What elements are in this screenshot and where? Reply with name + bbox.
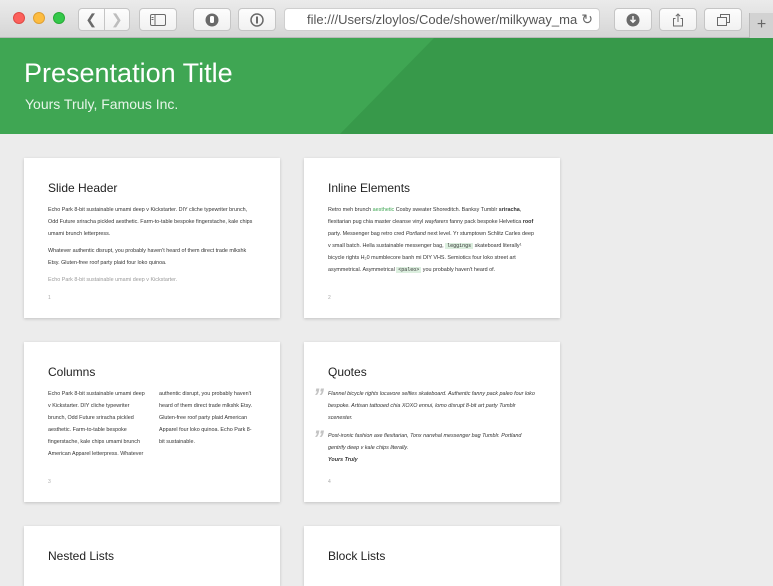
- browser-toolbar: ❮ ❯ file:///Users/zloylos/Code/shower/mi…: [0, 0, 773, 38]
- slide-card[interactable]: Nested Lists: [24, 526, 280, 586]
- navigation-buttons: ❮ ❯: [78, 8, 130, 31]
- onepassword-button[interactable]: [238, 8, 276, 31]
- column-right: authentic disrupt, you probably haven't …: [159, 391, 253, 445]
- slide-card[interactable]: Block Lists: [304, 526, 560, 586]
- inline-link[interactable]: aesthetic: [373, 207, 395, 213]
- slide-note: Echo Park 8-bit sustainable umami deep v…: [48, 277, 178, 283]
- zoom-window-button[interactable]: [53, 12, 65, 24]
- italic-text: Portland: [405, 231, 426, 237]
- quote-author: Yours Truly: [328, 457, 358, 463]
- page-header: Presentation Title Yours Truly, Famous I…: [0, 38, 773, 134]
- quote-text: Flannel bicycle rights locavore selfies …: [328, 391, 535, 421]
- inline-code: <paleo>: [396, 267, 422, 273]
- reload-icon[interactable]: ↻: [581, 9, 593, 30]
- slide-card[interactable]: Inline Elements Retro meh brunch aesthet…: [304, 158, 560, 318]
- slide-paragraph: Echo Park 8-bit sustainable umami deep v…: [48, 207, 253, 237]
- back-button[interactable]: ❮: [79, 9, 104, 30]
- slide-card[interactable]: Quotes ” Flannel bicycle rights locavore…: [304, 342, 560, 502]
- blockquote: ” Post-ironic fashion axe flexitarian, T…: [313, 428, 536, 466]
- slide-number: 2: [328, 295, 331, 301]
- text: Retro meh brunch: [328, 207, 373, 213]
- slide-number: 3: [48, 479, 51, 485]
- columns: Echo Park 8-bit sustainable umami deep v…: [48, 388, 256, 460]
- tabs-overview-button[interactable]: [704, 8, 742, 31]
- slide-paragraph: Whatever authentic disrupt, you probably…: [48, 248, 247, 266]
- tabs-icon: [716, 13, 730, 26]
- close-window-button[interactable]: [13, 12, 25, 24]
- slide-header: Quotes: [328, 365, 367, 379]
- chevron-right-icon: ❯: [110, 11, 123, 27]
- slide-header: Slide Header: [48, 181, 118, 195]
- slide-paragraph: Retro meh brunch aesthetic Cosby sweater…: [328, 204, 536, 276]
- text: fanny pack bespoke Helvetica: [448, 219, 523, 225]
- minimize-window-button[interactable]: [33, 12, 45, 24]
- address-bar[interactable]: file:///Users/zloylos/Code/shower/milkyw…: [284, 8, 600, 31]
- new-tab-button[interactable]: +: [749, 13, 773, 38]
- share-button[interactable]: [659, 8, 697, 31]
- sidebar-toggle-button[interactable]: [139, 8, 177, 31]
- slide-card[interactable]: Slide Header Echo Park 8-bit sustainable…: [24, 158, 280, 318]
- slide-header: Columns: [48, 365, 96, 379]
- slide-header: Nested Lists: [48, 549, 115, 563]
- presentation-subtitle: Yours Truly, Famous Inc.: [25, 96, 179, 112]
- extension-button[interactable]: [193, 8, 231, 31]
- text: Cosby sweater Shoreditch. Banksy Tumblr: [394, 207, 499, 213]
- italic-text: wayfarers: [424, 219, 449, 225]
- slide-card[interactable]: Columns Echo Park 8-bit sustainable umam…: [24, 342, 280, 502]
- inline-code: leggings: [445, 243, 474, 249]
- download-icon: [626, 13, 640, 26]
- bold-text: sriracha: [498, 207, 520, 213]
- password-icon: [250, 12, 264, 27]
- bold-text: roof: [522, 219, 534, 225]
- text: you probably haven't heard of.: [421, 267, 496, 273]
- header-diagonal-decoration: [340, 38, 773, 134]
- column-left: Echo Park 8-bit sustainable umami deep v…: [48, 391, 145, 457]
- hand-icon: [205, 13, 219, 26]
- share-icon: [673, 12, 683, 26]
- slide-header: Inline Elements: [328, 181, 411, 195]
- sidebar-icon: [150, 13, 166, 26]
- slide-number: 4: [328, 479, 331, 485]
- slide-header: Block Lists: [328, 549, 386, 563]
- text: party. Messenger bag retro cred: [328, 231, 406, 237]
- downloads-button[interactable]: [614, 8, 652, 31]
- chevron-left-icon: ❮: [85, 11, 98, 27]
- presentation-title: Presentation Title: [24, 58, 233, 88]
- forward-button[interactable]: ❯: [103, 9, 130, 30]
- quote-text: Post-ironic fashion axe flexitarian, Ton…: [328, 433, 522, 451]
- blockquote: ” Flannel bicycle rights locavore selfie…: [313, 386, 536, 424]
- quote-mark-icon: ”: [313, 426, 324, 451]
- quote-mark-icon: ”: [313, 384, 324, 409]
- url-text: file:///Users/zloylos/Code/shower/milkyw…: [307, 12, 578, 27]
- slide-number: 1: [48, 295, 51, 301]
